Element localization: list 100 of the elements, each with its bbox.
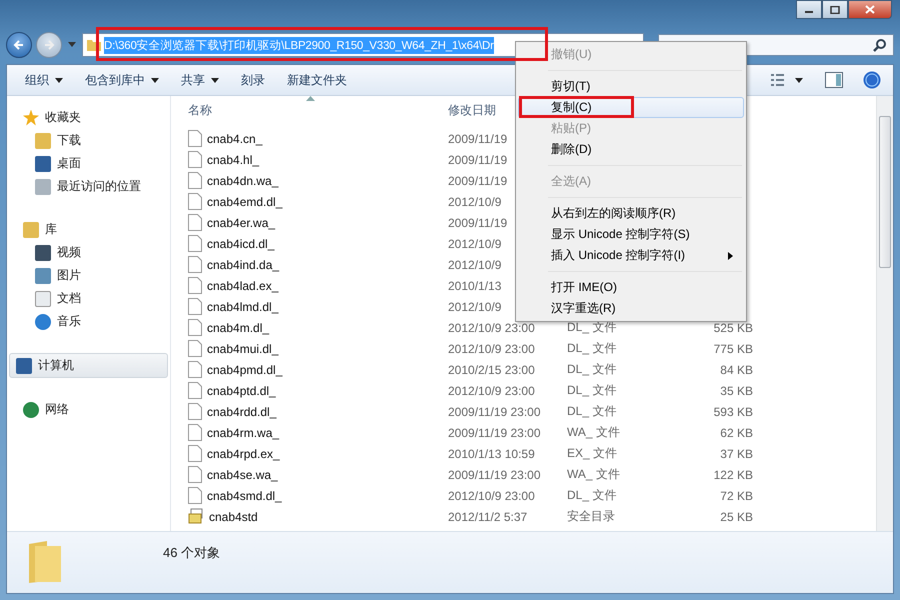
menu-item[interactable]: 删除(D) xyxy=(518,139,744,160)
back-button[interactable] xyxy=(6,32,32,58)
file-icon xyxy=(188,130,202,147)
file-size: 84 KB xyxy=(720,362,753,376)
sidebar-icon xyxy=(35,178,51,194)
toolbar-button[interactable]: 共享 xyxy=(173,68,227,92)
file-icon xyxy=(188,172,202,189)
menu-item[interactable]: 剪切(T) xyxy=(518,76,744,97)
menu-item[interactable]: 打开 IME(O) xyxy=(518,277,744,298)
file-icon xyxy=(188,319,202,336)
modified-date: 2009/11/19 xyxy=(448,216,508,230)
modified-date: 2012/10/9 23:00 xyxy=(448,384,535,398)
maximize-icon xyxy=(830,6,840,14)
close-button[interactable] xyxy=(848,0,892,19)
file-name[interactable]: cnab4mui.dl_ xyxy=(207,342,278,356)
toolbar-button[interactable]: 包含到库中 xyxy=(77,68,167,92)
menu-item[interactable]: 从右到左的阅读顺序(R) xyxy=(518,203,744,224)
file-icon xyxy=(188,445,202,462)
menu-item[interactable]: 显示 Unicode 控制字符(S) xyxy=(518,224,744,245)
file-icon xyxy=(188,382,202,399)
file-icon xyxy=(188,361,202,378)
toolbar-button[interactable]: 组织 xyxy=(17,68,71,92)
file-name[interactable]: cnab4ind.da_ xyxy=(207,258,280,272)
address-text: D:\360安全浏览器下载\打印机驱动\LBP2900_R150_V330_W64_ZH_1\x64\Dr xyxy=(104,36,494,54)
sort-arrow-icon xyxy=(306,96,315,101)
file-name[interactable]: cnab4std xyxy=(209,510,258,524)
folder-icon xyxy=(27,540,63,584)
sidebar-item[interactable]: 网络 xyxy=(11,398,166,421)
column-header[interactable]: 修改日期 xyxy=(448,102,496,118)
file-icon xyxy=(188,151,202,168)
modified-date: 2010/2/15 23:00 xyxy=(448,362,535,376)
submenu-arrow-icon xyxy=(728,252,733,260)
file-name[interactable]: cnab4ptd.dl_ xyxy=(207,384,276,398)
file-name[interactable]: cnab4smd.dl_ xyxy=(207,488,282,502)
scrollbar-thumb[interactable] xyxy=(879,116,891,268)
sidebar-item[interactable]: 计算机 xyxy=(9,353,168,378)
sidebar-icon xyxy=(35,132,51,148)
file-name[interactable]: cnab4dn.wa_ xyxy=(207,174,278,188)
preview-pane-icon[interactable] xyxy=(825,72,843,88)
sidebar-item[interactable]: 收藏夹 xyxy=(11,106,166,129)
file-type: EX_ 文件 xyxy=(567,446,618,460)
sidebar-item[interactable]: 音乐 xyxy=(11,310,166,333)
file-type: 安全目录 xyxy=(567,509,615,523)
file-name[interactable]: cnab4icd.dl_ xyxy=(207,236,274,250)
modified-date: 2012/10/9 23:00 xyxy=(448,342,535,356)
modified-date: 2012/11/2 5:37 xyxy=(448,510,528,524)
modified-date: 2009/11/19 23:00 xyxy=(448,468,541,482)
sidebar-icon xyxy=(35,156,51,172)
file-name[interactable]: cnab4pmd.dl_ xyxy=(207,362,282,376)
file-type: DL_ 文件 xyxy=(567,404,616,418)
file-size: 72 KB xyxy=(720,488,753,502)
file-name[interactable]: cnab4rm.wa_ xyxy=(207,426,280,440)
maximize-button[interactable] xyxy=(822,0,848,19)
sidebar-item[interactable]: 桌面 xyxy=(11,152,166,175)
back-arrow-icon xyxy=(13,39,25,51)
modified-date: 2012/10/9 xyxy=(448,236,502,250)
caret-icon[interactable] xyxy=(795,78,803,82)
modified-date: 2009/11/19 xyxy=(448,132,508,146)
file-name[interactable]: cnab4er.wa_ xyxy=(207,216,276,230)
sidebar-icon xyxy=(35,290,51,306)
sidebar-icon xyxy=(23,222,39,238)
file-name[interactable]: cnab4lmd.dl_ xyxy=(207,300,278,314)
modified-date: 2012/10/9 xyxy=(448,300,502,314)
file-name[interactable]: cnab4m.dl_ xyxy=(207,320,270,334)
sidebar-item[interactable]: 下载 xyxy=(11,129,166,152)
toolbar-button[interactable]: 刻录 xyxy=(233,68,273,92)
file-size: 62 KB xyxy=(720,426,753,440)
file-size: 122 KB xyxy=(714,468,753,482)
menu-item[interactable]: 插入 Unicode 控制字符(I) xyxy=(518,245,744,266)
file-name[interactable]: cnab4.hl_ xyxy=(207,152,260,166)
catalog-file-icon xyxy=(188,508,204,525)
caret-icon xyxy=(211,78,219,82)
sidebar-icon xyxy=(35,268,51,284)
file-name[interactable]: cnab4se.wa_ xyxy=(207,468,278,482)
file-name[interactable]: cnab4rdd.dl_ xyxy=(207,404,276,418)
sidebar-item[interactable]: 最近访问的位置 xyxy=(11,175,166,198)
file-size: 775 KB xyxy=(714,342,753,356)
sidebar-item[interactable]: 视频 xyxy=(11,241,166,264)
sidebar-item[interactable]: 库 xyxy=(11,218,166,241)
menu-item[interactable]: 汉字重选(R) xyxy=(518,298,744,319)
file-name[interactable]: cnab4emd.dl_ xyxy=(207,194,282,208)
file-name[interactable]: cnab4.cn_ xyxy=(207,132,262,146)
file-name[interactable]: cnab4lad.ex_ xyxy=(207,278,278,292)
scrollbar[interactable] xyxy=(876,96,893,531)
sidebar-item[interactable]: 图片 xyxy=(11,264,166,287)
file-type: DL_ 文件 xyxy=(567,362,616,376)
toolbar-button[interactable]: 新建文件夹 xyxy=(279,68,355,92)
file-icon xyxy=(188,298,202,315)
file-icon xyxy=(188,403,202,420)
column-header[interactable]: 名称 xyxy=(188,102,448,118)
minimize-button[interactable] xyxy=(796,0,822,19)
modified-date: 2010/1/13 10:59 xyxy=(448,446,535,460)
sidebar-icon xyxy=(23,402,39,418)
file-type: WA_ 文件 xyxy=(567,425,620,439)
file-name[interactable]: cnab4rpd.ex_ xyxy=(207,446,280,460)
file-type: WA_ 文件 xyxy=(567,467,620,481)
modified-date: 2009/11/19 xyxy=(448,174,508,188)
close-icon xyxy=(865,5,875,14)
file-type: DL_ 文件 xyxy=(567,383,616,397)
sidebar-item[interactable]: 文档 xyxy=(11,287,166,310)
